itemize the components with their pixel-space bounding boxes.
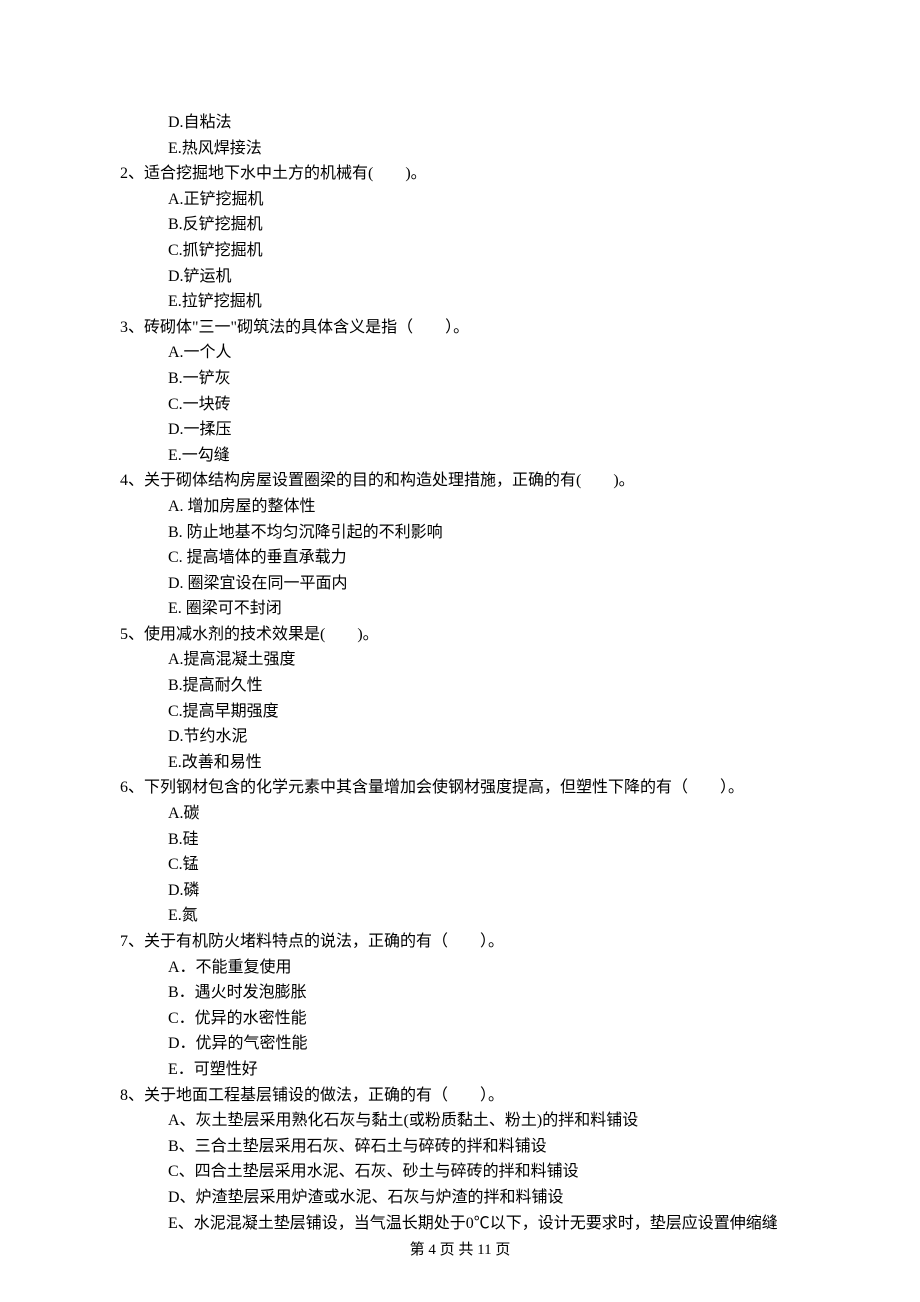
answer-option: C.抓铲挖掘机 [168, 238, 800, 264]
answer-option: B．遇火时发泡膨胀 [168, 980, 800, 1006]
answer-option: B、三合土垫层采用石灰、碎石土与碎砖的拌和料铺设 [168, 1134, 800, 1160]
answer-option: D．优异的气密性能 [168, 1031, 800, 1057]
question-stem: 3、砖砌体"三一"砌筑法的具体含义是指（ ）。 [120, 315, 800, 341]
answer-option: E.改善和易性 [168, 750, 800, 776]
question-stem: 6、下列钢材包含的化学元素中其含量增加会使钢材强度提高，但塑性下降的有（ ）。 [120, 775, 800, 801]
question-stem: 8、关于地面工程基层铺设的做法，正确的有（ ）。 [120, 1083, 800, 1109]
page-footer: 第 4 页 共 11 页 [0, 1238, 920, 1262]
answer-option: D.一揉压 [168, 417, 800, 443]
answer-option: E. 圈梁可不封闭 [168, 596, 800, 622]
answer-option: A.碳 [168, 801, 800, 827]
answer-option: C.锰 [168, 852, 800, 878]
answer-option: E.氮 [168, 903, 800, 929]
answer-option: C. 提高墙体的垂直承载力 [168, 545, 800, 571]
answer-option: A.提高混凝土强度 [168, 647, 800, 673]
answer-option: A.一个人 [168, 340, 800, 366]
question-stem: 2、适合挖掘地下水中土方的机械有( )。 [120, 161, 800, 187]
answer-option: D.节约水泥 [168, 724, 800, 750]
answer-option: B.反铲挖掘机 [168, 212, 800, 238]
page-content: D.自粘法E.热风焊接法2、适合挖掘地下水中土方的机械有( )。A.正铲挖掘机B… [120, 110, 800, 1236]
answer-option: A. 增加房屋的整体性 [168, 494, 800, 520]
answer-option: C．优异的水密性能 [168, 1006, 800, 1032]
question-stem: 7、关于有机防火堵料特点的说法，正确的有（ ）。 [120, 929, 800, 955]
answer-option: D.铲运机 [168, 264, 800, 290]
answer-option: D.磷 [168, 878, 800, 904]
answer-option: C、四合土垫层采用水泥、石灰、砂土与碎砖的拌和料铺设 [168, 1159, 800, 1185]
question-stem: 4、关于砌体结构房屋设置圈梁的目的和构造处理措施，正确的有( )。 [120, 468, 800, 494]
answer-option: E、水泥混凝土垫层铺设，当气温长期处于0℃以下，设计无要求时，垫层应设置伸缩缝 [168, 1211, 800, 1237]
answer-option: B.一铲灰 [168, 366, 800, 392]
document-page: D.自粘法E.热风焊接法2、适合挖掘地下水中土方的机械有( )。A.正铲挖掘机B… [0, 0, 920, 1302]
answer-option: D. 圈梁宜设在同一平面内 [168, 571, 800, 597]
answer-option: A.正铲挖掘机 [168, 187, 800, 213]
answer-option: E.拉铲挖掘机 [168, 289, 800, 315]
answer-option: A．不能重复使用 [168, 955, 800, 981]
answer-option: B.硅 [168, 827, 800, 853]
answer-option: E.热风焊接法 [168, 136, 800, 162]
answer-option: B.提高耐久性 [168, 673, 800, 699]
answer-option: C.提高早期强度 [168, 699, 800, 725]
answer-option: D、炉渣垫层采用炉渣或水泥、石灰与炉渣的拌和料铺设 [168, 1185, 800, 1211]
answer-option: A、灰土垫层采用熟化石灰与黏土(或粉质黏土、粉土)的拌和料铺设 [168, 1108, 800, 1134]
answer-option: B. 防止地基不均匀沉降引起的不利影响 [168, 520, 800, 546]
answer-option: C.一块砖 [168, 392, 800, 418]
answer-option: D.自粘法 [168, 110, 800, 136]
answer-option: E.一勾缝 [168, 443, 800, 469]
answer-option: E．可塑性好 [168, 1057, 800, 1083]
question-stem: 5、使用减水剂的技术效果是( )。 [120, 622, 800, 648]
